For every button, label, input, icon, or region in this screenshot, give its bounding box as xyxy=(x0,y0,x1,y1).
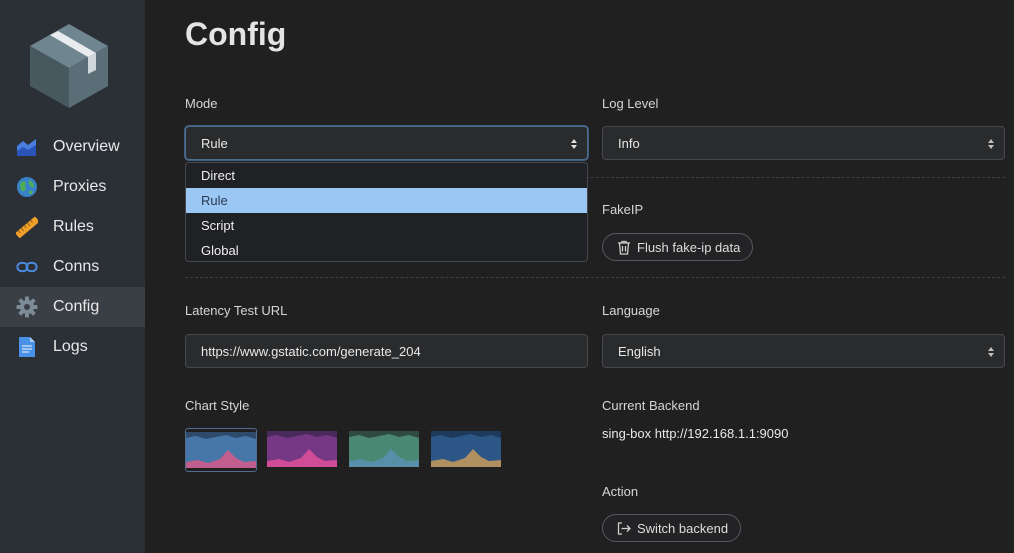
chart-style-label: Chart Style xyxy=(185,398,250,413)
mode-option-rule[interactable]: Rule xyxy=(186,188,587,213)
app-logo-box-icon xyxy=(24,20,114,110)
sort-arrows-icon xyxy=(571,139,577,149)
switch-backend-label: Switch backend xyxy=(637,520,729,536)
action-label: Action xyxy=(602,484,639,499)
mode-select-value: Rule xyxy=(201,135,228,151)
sidebar: Overview Proxies Rules Conns Config Logs xyxy=(0,0,145,553)
sign-out-icon xyxy=(617,521,631,535)
latency-url-label: Latency Test URL xyxy=(185,303,288,318)
sort-arrows-icon xyxy=(988,139,994,149)
link-icon xyxy=(16,256,38,278)
current-backend-value: sing-box http://192.168.1.1:9090 xyxy=(602,426,789,441)
current-backend-label: Current Backend xyxy=(602,398,700,413)
ruler-icon xyxy=(16,216,38,238)
flush-fakeip-button[interactable]: Flush fake-ip data xyxy=(602,233,754,261)
chart-style-option-navy-orange[interactable] xyxy=(431,428,503,472)
mode-option-global[interactable]: Global xyxy=(186,238,587,261)
switch-backend-button[interactable]: Switch backend xyxy=(602,514,742,542)
sidebar-item-label: Overview xyxy=(53,138,120,155)
mode-option-script[interactable]: Script xyxy=(186,213,587,238)
mode-select[interactable]: Rule xyxy=(185,126,588,160)
mode-label: Mode xyxy=(185,96,218,111)
sidebar-item-rules[interactable]: Rules xyxy=(0,207,145,247)
trash-icon xyxy=(618,240,630,255)
sidebar-nav: Overview Proxies Rules Conns Config Logs xyxy=(0,127,145,367)
document-icon xyxy=(16,336,38,358)
log-level-select[interactable]: Info xyxy=(602,126,1005,160)
gear-icon xyxy=(16,296,38,318)
sidebar-item-conns[interactable]: Conns xyxy=(0,247,145,287)
mode-dropdown-menu: Direct Rule Script Global xyxy=(185,162,588,262)
latency-url-value: https://www.gstatic.com/generate_204 xyxy=(201,343,421,359)
log-level-value: Info xyxy=(618,135,640,151)
sidebar-item-label: Conns xyxy=(53,258,100,275)
fakeip-label: FakeIP xyxy=(602,202,644,217)
page-title: Config xyxy=(185,16,287,52)
globe-icon xyxy=(16,176,38,198)
sidebar-item-proxies[interactable]: Proxies xyxy=(0,167,145,207)
flush-fakeip-label: Flush fake-ip data xyxy=(637,239,741,255)
language-label: Language xyxy=(602,303,660,318)
mode-option-direct[interactable]: Direct xyxy=(186,163,587,188)
sidebar-item-label: Rules xyxy=(53,218,94,235)
language-select[interactable]: English xyxy=(602,334,1005,368)
log-level-label: Log Level xyxy=(602,96,659,111)
main-content: Config Mode Rule Log Level Info FakeIP F… xyxy=(145,0,1014,553)
chart-style-option-purple-pink[interactable] xyxy=(267,428,339,472)
sort-arrows-icon xyxy=(988,347,994,357)
sidebar-item-label: Config xyxy=(53,298,100,315)
sidebar-item-label: Logs xyxy=(53,338,88,355)
section-divider xyxy=(185,277,1005,278)
sidebar-item-config[interactable]: Config xyxy=(0,287,145,327)
chart-area-icon xyxy=(16,136,38,158)
sidebar-item-label: Proxies xyxy=(53,178,107,195)
sidebar-item-logs[interactable]: Logs xyxy=(0,327,145,367)
latency-url-input[interactable]: https://www.gstatic.com/generate_204 xyxy=(185,334,588,368)
sidebar-item-overview[interactable]: Overview xyxy=(0,127,145,167)
chart-style-option-green-blue[interactable] xyxy=(349,428,421,472)
language-value: English xyxy=(618,343,661,359)
chart-style-option-blue-pink[interactable] xyxy=(185,428,257,472)
